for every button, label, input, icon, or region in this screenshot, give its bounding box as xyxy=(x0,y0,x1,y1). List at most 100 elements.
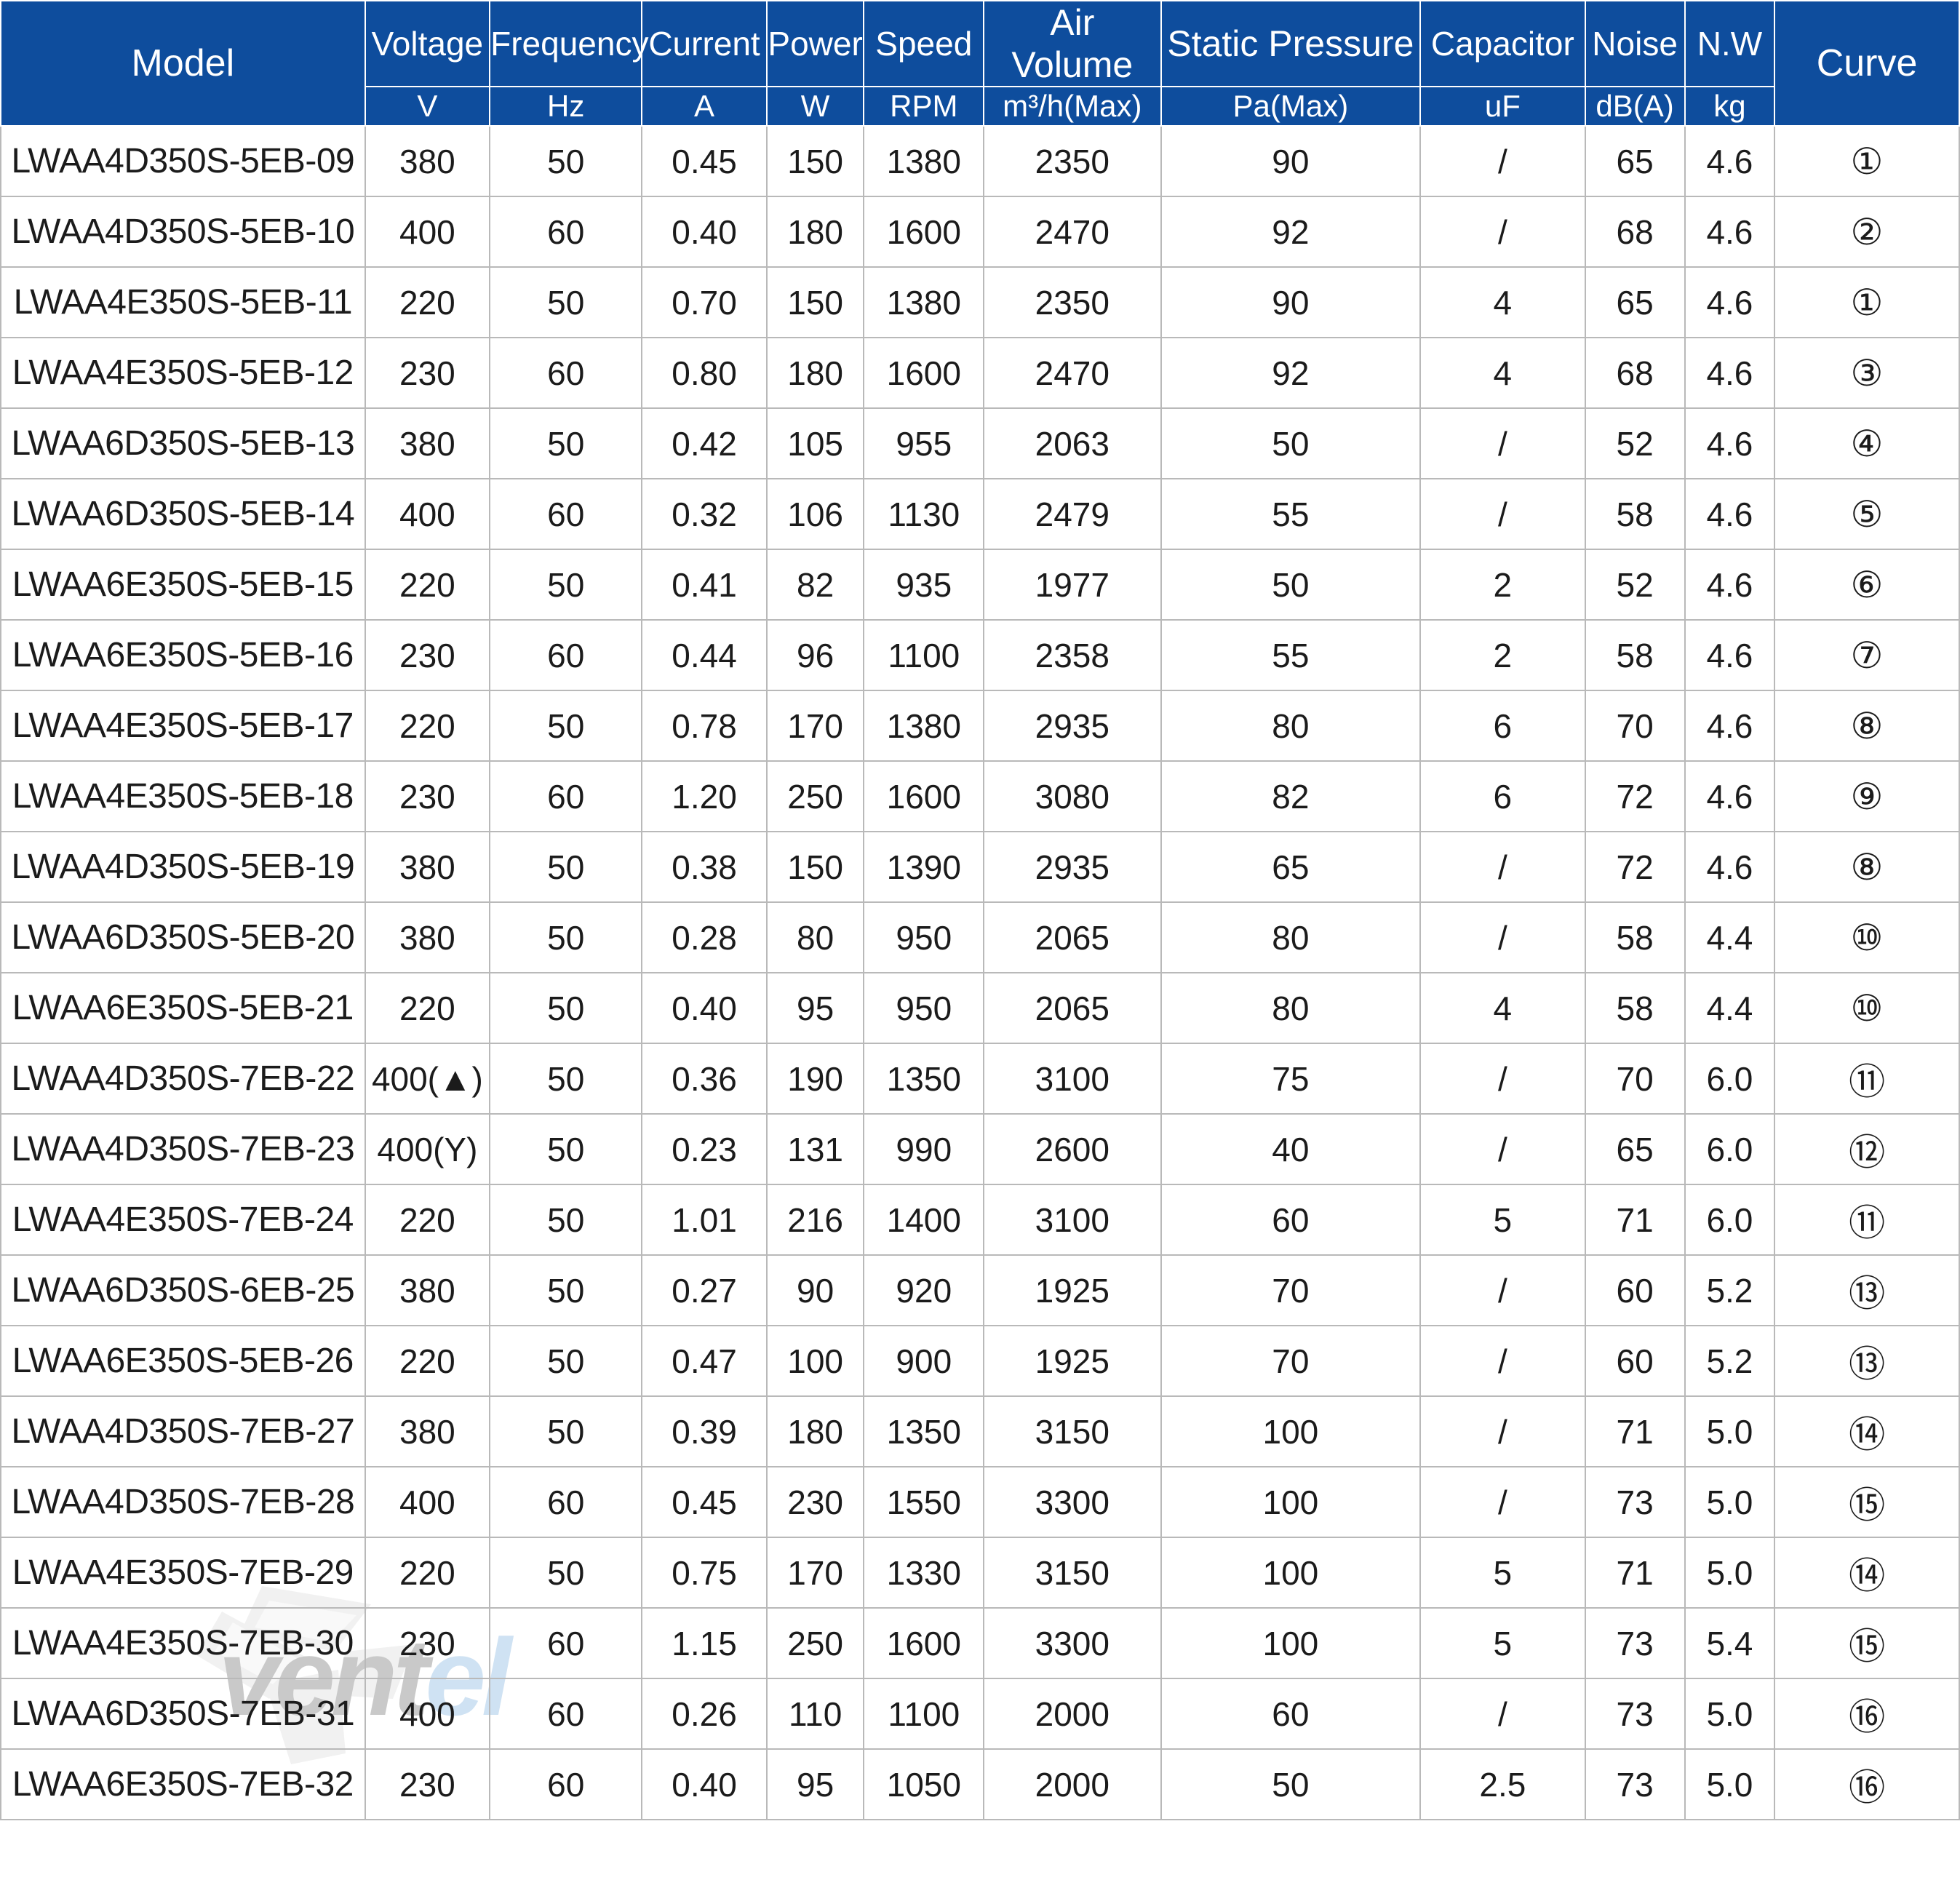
cell-model: LWAA4E350S-7EB-29 xyxy=(0,1537,366,1609)
cell-current: 0.45 xyxy=(641,1466,768,1538)
cell-voltage: 400 xyxy=(364,478,491,550)
cell-model: LWAA6D350S-5EB-14 xyxy=(0,478,366,550)
cell-current: 0.41 xyxy=(641,549,768,621)
cell-speed: 950 xyxy=(863,972,985,1044)
cell-voltage: 220 xyxy=(364,972,491,1044)
cell-model: LWAA4E350S-5EB-11 xyxy=(0,266,366,338)
table-row: LWAA6E350S-5EB-21 220 50 0.40 95 950 2065 80 4 58… xyxy=(0,972,1960,1044)
cell-speed: 920 xyxy=(863,1254,985,1326)
cell-air-volume: 2065 xyxy=(983,972,1162,1044)
table-header: Model Voltage Frequency Current Power Sp… xyxy=(0,0,1960,127)
cell-speed: 1100 xyxy=(863,1678,985,1750)
cell-static-pressure: 80 xyxy=(1160,690,1422,762)
cell-capacitor: 4 xyxy=(1419,337,1586,409)
table-row: LWAA4E350S-7EB-29 220 50 0.75 170 1330 3150 100… xyxy=(0,1537,1960,1609)
table-row: LWAA4E350S-7EB-24 220 50 1.01 216 1400 3100 60 5… xyxy=(0,1184,1960,1256)
cell-speed: 1600 xyxy=(863,760,985,832)
cell-static-pressure: 90 xyxy=(1160,266,1422,338)
cell-frequency: 50 xyxy=(489,831,643,903)
cell-current: 0.38 xyxy=(641,831,768,903)
cell-frequency: 50 xyxy=(489,1395,643,1467)
cell-power: 105 xyxy=(765,407,865,479)
cell-model: LWAA6D350S-5EB-13 xyxy=(0,407,366,479)
cell-nw: 4.6 xyxy=(1684,266,1776,338)
column-header-power: Power xyxy=(765,0,865,87)
cell-capacitor: / xyxy=(1419,1466,1586,1538)
cell-air-volume: 2350 xyxy=(983,125,1162,197)
cell-noise: 68 xyxy=(1584,196,1686,268)
cell-curve: ⑧ xyxy=(1774,831,1960,903)
cell-power: 150 xyxy=(765,831,865,903)
cell-curve: ① xyxy=(1774,266,1960,338)
cell-nw: 4.6 xyxy=(1684,831,1776,903)
cell-current: 0.28 xyxy=(641,901,768,973)
cell-curve: ⑬ xyxy=(1774,1254,1960,1326)
table-row: LWAA4D350S-7EB-28 400 60 0.45 230 1550 3300 100… xyxy=(0,1466,1960,1538)
column-header-capacitor: Capacitor xyxy=(1419,0,1586,87)
cell-current: 0.27 xyxy=(641,1254,768,1326)
cell-frequency: 60 xyxy=(489,1678,643,1750)
table-row: LWAA6D350S-7EB-31 400 60 0.26 110 1100 2000 60/… xyxy=(0,1678,1960,1750)
cell-air-volume: 3300 xyxy=(983,1466,1162,1538)
table-body: LWAA4D350S-5EB-09 380 50 0.45 150 1380 2350 90/… xyxy=(0,125,1960,1820)
cell-voltage: 400(▲) xyxy=(364,1043,491,1115)
cell-noise: 73 xyxy=(1584,1678,1686,1750)
cell-noise: 72 xyxy=(1584,831,1686,903)
cell-frequency: 50 xyxy=(489,1113,643,1185)
cell-nw: 4.6 xyxy=(1684,690,1776,762)
table-row: LWAA4D350S-5EB-09 380 50 0.45 150 1380 2350 90/… xyxy=(0,125,1960,197)
cell-static-pressure: 60 xyxy=(1160,1184,1422,1256)
cell-power: 95 xyxy=(765,972,865,1044)
cell-air-volume: 1977 xyxy=(983,549,1162,621)
cell-model: LWAA6D350S-6EB-25 xyxy=(0,1254,366,1326)
cell-power: 250 xyxy=(765,1607,865,1679)
cell-current: 0.80 xyxy=(641,337,768,409)
cell-noise: 71 xyxy=(1584,1184,1686,1256)
cell-noise: 58 xyxy=(1584,478,1686,550)
cell-air-volume: 2063 xyxy=(983,407,1162,479)
column-unit-capacitor: uF xyxy=(1419,86,1586,127)
cell-power: 80 xyxy=(765,901,865,973)
cell-air-volume: 3300 xyxy=(983,1607,1162,1679)
cell-voltage: 400 xyxy=(364,196,491,268)
column-header-nw: N.W xyxy=(1684,0,1776,87)
cell-capacitor: / xyxy=(1419,1395,1586,1467)
cell-curve: ⑮ xyxy=(1774,1466,1960,1538)
cell-noise: 58 xyxy=(1584,619,1686,691)
cell-current: 0.78 xyxy=(641,690,768,762)
cell-power: 216 xyxy=(765,1184,865,1256)
cell-frequency: 50 xyxy=(489,690,643,762)
cell-speed: 1380 xyxy=(863,125,985,197)
cell-nw: 4.6 xyxy=(1684,407,1776,479)
cell-static-pressure: 55 xyxy=(1160,478,1422,550)
cell-voltage: 220 xyxy=(364,266,491,338)
cell-power: 230 xyxy=(765,1466,865,1538)
cell-curve: ⑯ xyxy=(1774,1678,1960,1750)
cell-frequency: 60 xyxy=(489,478,643,550)
cell-model: LWAA4D350S-5EB-10 xyxy=(0,196,366,268)
cell-nw: 4.6 xyxy=(1684,619,1776,691)
cell-static-pressure: 100 xyxy=(1160,1466,1422,1538)
cell-voltage: 380 xyxy=(364,1254,491,1326)
cell-nw: 6.0 xyxy=(1684,1113,1776,1185)
cell-model: LWAA4E350S-5EB-12 xyxy=(0,337,366,409)
cell-capacitor: / xyxy=(1419,831,1586,903)
table-row: LWAA4D350S-7EB-22 400(▲) 50 0.36 190 1350 3100… xyxy=(0,1043,1960,1115)
cell-air-volume: 3150 xyxy=(983,1395,1162,1467)
column-unit-frequency: Hz xyxy=(489,86,643,127)
cell-current: 0.32 xyxy=(641,478,768,550)
cell-power: 180 xyxy=(765,196,865,268)
cell-capacitor: / xyxy=(1419,1254,1586,1326)
cell-current: 0.44 xyxy=(641,619,768,691)
cell-current: 0.39 xyxy=(641,1395,768,1467)
cell-air-volume: 2000 xyxy=(983,1678,1162,1750)
cell-static-pressure: 50 xyxy=(1160,1748,1422,1820)
cell-nw: 5.0 xyxy=(1684,1395,1776,1467)
cell-nw: 5.2 xyxy=(1684,1325,1776,1397)
cell-air-volume: 3100 xyxy=(983,1043,1162,1115)
table-row: LWAA4D350S-7EB-27 380 50 0.39 180 1350 3150 100… xyxy=(0,1395,1960,1467)
cell-capacitor: / xyxy=(1419,901,1586,973)
cell-capacitor: / xyxy=(1419,1043,1586,1115)
cell-current: 0.42 xyxy=(641,407,768,479)
cell-nw: 5.2 xyxy=(1684,1254,1776,1326)
